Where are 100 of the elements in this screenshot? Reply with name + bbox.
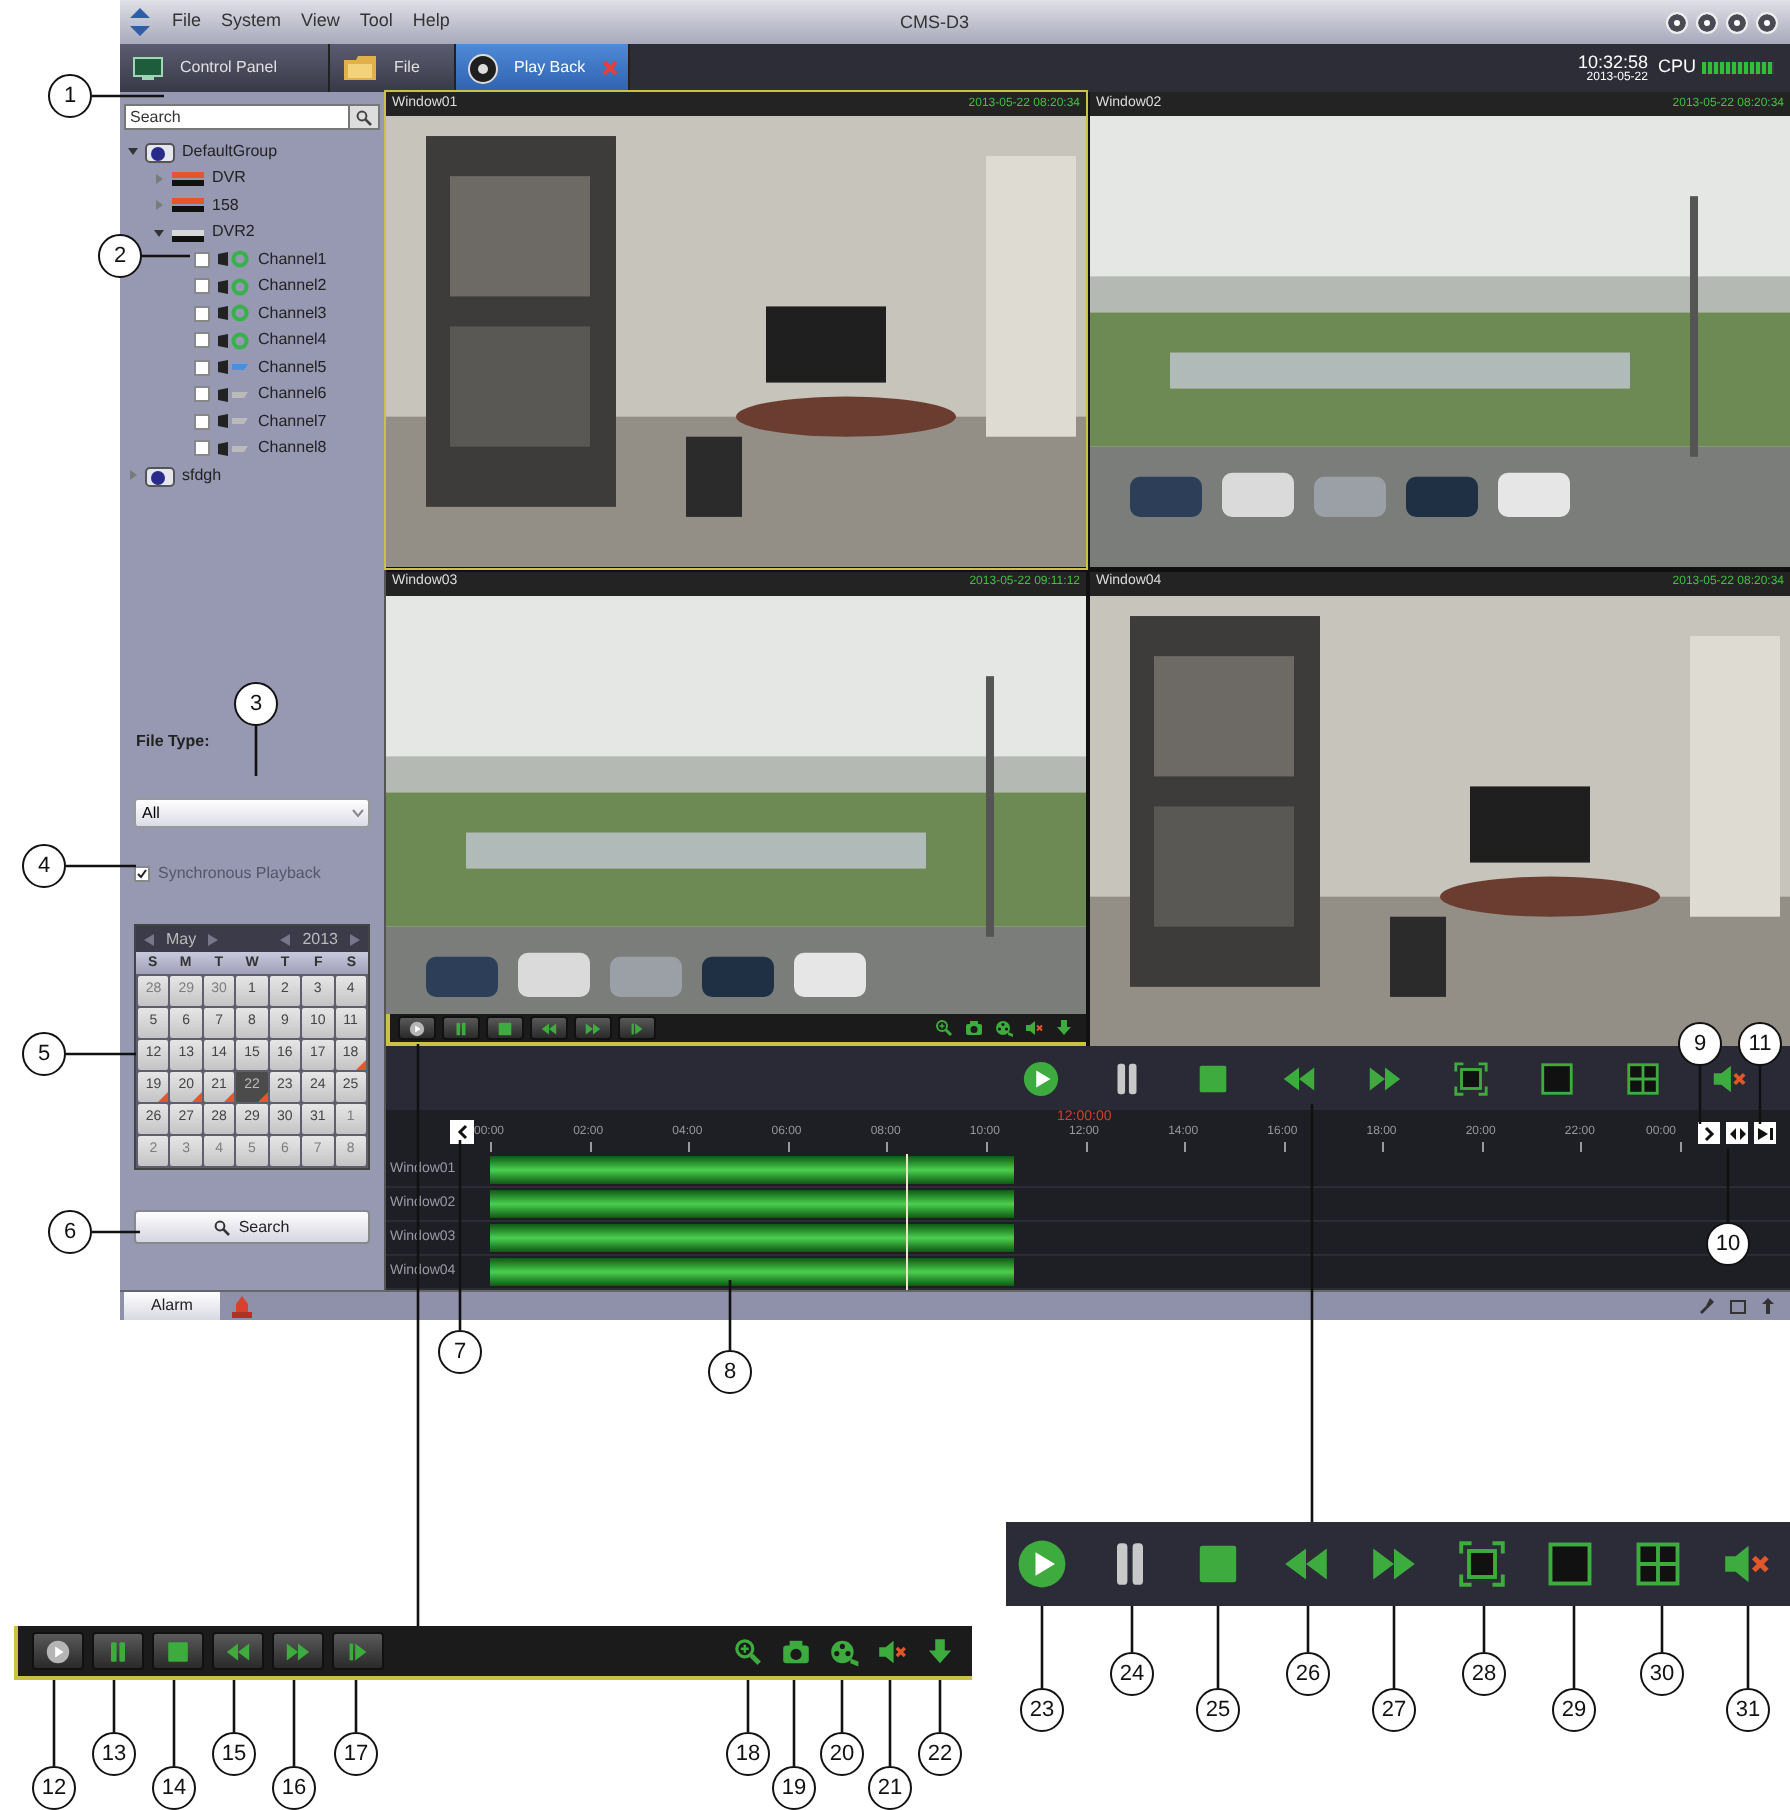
previous-year-button[interactable] — [280, 933, 291, 945]
fullscreen-icon[interactable] — [1452, 1059, 1490, 1097]
skip-end-icon — [1757, 1127, 1773, 1139]
expand-arrows-icon — [1729, 1127, 1745, 1139]
menu-item[interactable]: System — [221, 8, 282, 36]
tree-item[interactable]: Channel3 — [258, 301, 327, 326]
cpu-meter — [1702, 62, 1774, 74]
tab[interactable]: File — [330, 44, 456, 92]
stop-button[interactable] — [152, 1632, 204, 1670]
rewind-button[interactable] — [212, 1632, 264, 1670]
checkbox[interactable] — [194, 251, 210, 268]
stop-icon — [164, 1637, 192, 1665]
tree-item[interactable]: Channel8 — [258, 436, 327, 461]
menu-item[interactable]: File — [172, 8, 202, 36]
tree-item[interactable]: Channel5 — [258, 355, 327, 380]
checkbox[interactable] — [194, 332, 210, 349]
checkbox[interactable] — [194, 359, 210, 376]
rewind-button[interactable] — [530, 1016, 568, 1040]
tab[interactable]: Play Back — [456, 44, 630, 92]
pin-icon[interactable] — [1700, 1298, 1714, 1314]
collapse-arrow-icon[interactable] — [128, 146, 138, 157]
quad-view-icon[interactable] — [1624, 1059, 1662, 1097]
leader-line — [1746, 1606, 1750, 1688]
app-logo-icon — [128, 8, 152, 36]
fullscreen-icon[interactable] — [1456, 1538, 1508, 1590]
menu-item[interactable]: Help — [412, 8, 450, 36]
play-button[interactable] — [32, 1632, 84, 1670]
single-view-icon[interactable] — [1538, 1059, 1576, 1097]
tree-item[interactable]: Channel1 — [258, 247, 327, 272]
play-icon[interactable] — [1022, 1059, 1060, 1097]
callout-number: 6 — [48, 1210, 92, 1254]
fast-forward-button[interactable] — [574, 1016, 612, 1040]
single-view-icon[interactable] — [1544, 1538, 1596, 1590]
mute-icon[interactable] — [1024, 1018, 1044, 1038]
tree-item[interactable]: Channel6 — [258, 382, 327, 407]
play-button[interactable] — [398, 1016, 436, 1040]
folder-icon — [342, 54, 378, 82]
menu-item[interactable]: View — [301, 8, 340, 36]
callout-number: 29 — [1552, 1688, 1596, 1732]
next-month-button[interactable] — [208, 933, 219, 945]
leader-line — [92, 94, 164, 98]
window-control-button[interactable] — [1666, 11, 1688, 33]
tab-label: Control Panel — [180, 56, 277, 80]
tab[interactable]: Control Panel — [120, 44, 330, 92]
camera-icon[interactable] — [780, 1635, 812, 1667]
play-icon[interactable] — [1016, 1538, 1068, 1590]
tree-item[interactable]: sfdgh — [182, 463, 222, 488]
checkbox[interactable] — [194, 305, 210, 322]
stop-button[interactable] — [486, 1016, 524, 1040]
film-reel-icon[interactable] — [828, 1635, 860, 1667]
camera-group-icon — [144, 463, 176, 488]
file-type-dropdown[interactable]: All — [134, 798, 370, 828]
collapse-arrow-icon[interactable] — [154, 227, 164, 238]
fit-timeline-button[interactable] — [1726, 1122, 1748, 1144]
alarm-tab[interactable]: Alarm — [124, 1292, 220, 1320]
tree-item[interactable]: Channel2 — [258, 274, 327, 299]
arrow-icon[interactable] — [1762, 1298, 1774, 1314]
previous-month-button[interactable] — [144, 933, 154, 945]
jump-to-end-button[interactable] — [1754, 1122, 1776, 1144]
search-button[interactable]: Search — [134, 1210, 370, 1244]
zoom-in-icon[interactable] — [934, 1018, 954, 1038]
checkbox[interactable] — [194, 413, 210, 430]
callout-number: 5 — [22, 1032, 66, 1076]
window-control-button[interactable] — [1696, 11, 1718, 33]
zoom-in-icon[interactable] — [732, 1635, 764, 1667]
search-input[interactable]: Search — [126, 106, 348, 128]
pause-button[interactable] — [92, 1632, 144, 1670]
callout-number: 19 — [772, 1766, 816, 1810]
tree-item[interactable]: DefaultGroup — [182, 139, 278, 164]
download-icon[interactable] — [924, 1635, 956, 1667]
step-forward-button[interactable] — [332, 1632, 384, 1670]
fast-forward-button[interactable] — [272, 1632, 324, 1670]
download-icon[interactable] — [1054, 1018, 1074, 1038]
tree-item[interactable]: Channel4 — [258, 328, 327, 353]
pause-button[interactable] — [442, 1016, 480, 1040]
menu-item[interactable]: Tool — [359, 8, 393, 36]
film-reel-icon[interactable] — [994, 1018, 1014, 1038]
leader-line — [66, 864, 136, 868]
tree-item[interactable]: DVR2 — [212, 220, 255, 245]
window-control-button[interactable] — [1756, 11, 1778, 33]
step-forward-button[interactable] — [618, 1016, 656, 1040]
leader-line — [1306, 1606, 1310, 1652]
scroll-left-button[interactable] — [450, 1120, 474, 1144]
checkbox-label: Synchronous Playback — [158, 862, 321, 886]
scroll-right-button[interactable] — [1698, 1122, 1720, 1144]
checkbox[interactable] — [194, 278, 210, 295]
tree-item[interactable]: 158 — [212, 193, 239, 218]
quad-view-icon[interactable] — [1632, 1538, 1684, 1590]
window-control-button[interactable] — [1726, 11, 1748, 33]
tree-item[interactable]: DVR — [212, 166, 246, 191]
window-icon[interactable] — [1730, 1299, 1746, 1313]
camera-icon[interactable] — [964, 1018, 984, 1038]
chevron-right-icon — [1703, 1125, 1715, 1141]
search-button[interactable] — [350, 104, 380, 130]
tree-item[interactable]: Channel7 — [258, 409, 327, 434]
checkbox[interactable] — [194, 440, 210, 457]
checkbox[interactable] — [194, 386, 210, 403]
mute-icon[interactable] — [876, 1635, 908, 1667]
next-year-button[interactable] — [350, 933, 360, 945]
calendar-month: May — [166, 927, 197, 951]
